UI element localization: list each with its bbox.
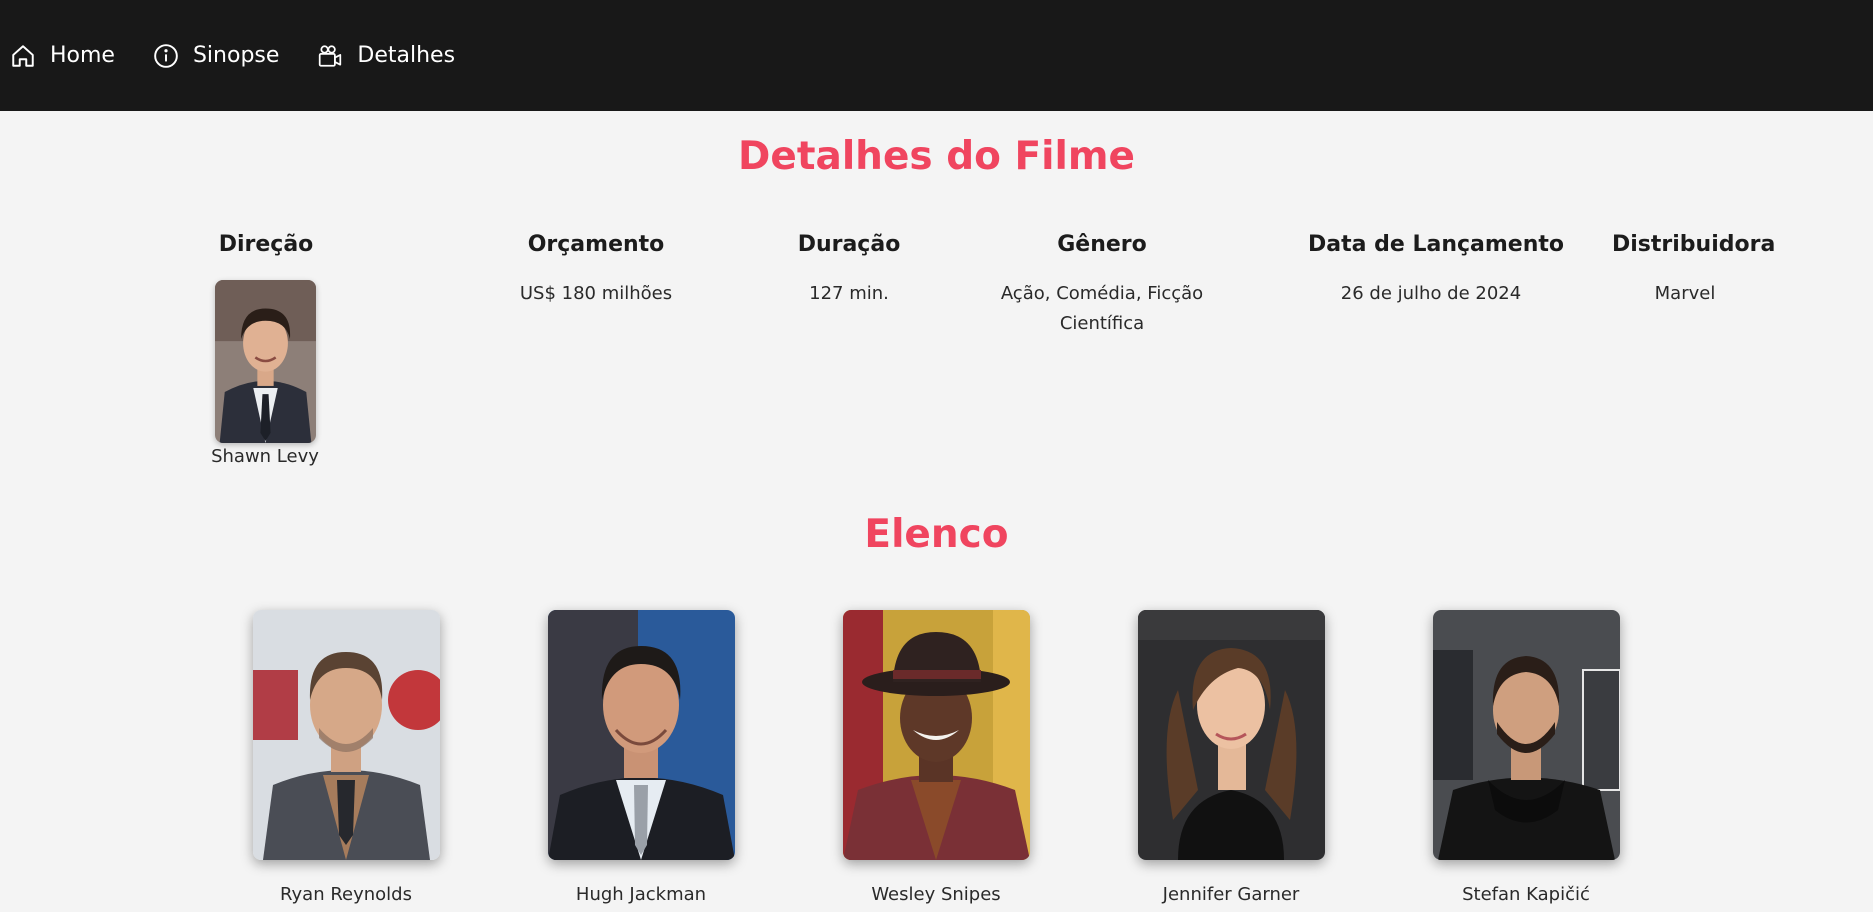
cast-name-stefan-kapicic: Stefan Kapičić xyxy=(1462,884,1590,905)
release-heading: Data de Lançamento xyxy=(1308,232,1565,257)
direction-heading: Direção xyxy=(218,232,314,257)
genre-heading: Gênero xyxy=(1057,232,1147,257)
nav-sinopse-label: Sinopse xyxy=(192,43,280,68)
video-camera-icon xyxy=(319,44,342,67)
cast-photo-stefan-kapicic[interactable] xyxy=(1433,610,1620,860)
home-icon xyxy=(12,44,34,67)
cast-photo-hugh-jackman[interactable] xyxy=(548,610,735,860)
budget-column: Orçamento US$ 180 milhões xyxy=(506,232,686,309)
nav-detalhes[interactable]: Detalhes xyxy=(317,43,455,69)
duration-column: Duração 127 min. xyxy=(789,232,909,309)
top-navbar: Home Sinopse Detalhes xyxy=(0,0,1873,111)
details-title: Detalhes do Filme xyxy=(738,134,1135,179)
genre-column: Gênero Ação, Comédia, Ficção Científica xyxy=(986,232,1218,339)
cast-photo-jennifer-garner[interactable] xyxy=(1138,610,1325,860)
cast-title: Elenco xyxy=(864,512,1009,557)
cast-name-wesley-snipes: Wesley Snipes xyxy=(871,884,1001,905)
distributor-heading: Distribuidora xyxy=(1612,232,1776,257)
info-icon xyxy=(154,43,178,68)
duration-heading: Duração xyxy=(797,232,901,257)
distributor-column: Distribuidora Marvel xyxy=(1612,232,1776,309)
budget-heading: Orçamento xyxy=(527,232,665,257)
director-name: Shawn Levy xyxy=(211,446,319,467)
director-photo xyxy=(215,280,316,443)
nav-sinopse[interactable]: Sinopse xyxy=(153,43,279,69)
genre-value: Ação, Comédia, Ficção Científica xyxy=(1000,283,1204,334)
distributor-value: Marvel xyxy=(1654,283,1716,304)
release-column: Data de Lançamento 26 de julho de 2024 xyxy=(1308,232,1565,309)
cast-photo-wesley-snipes[interactable] xyxy=(843,610,1030,860)
cast-photo-ryan-reynolds[interactable] xyxy=(253,610,440,860)
release-value: 26 de julho de 2024 xyxy=(1340,283,1522,304)
nav-home[interactable]: Home xyxy=(10,43,115,69)
nav-detalhes-label: Detalhes xyxy=(357,43,456,68)
cast-name-hugh-jackman: Hugh Jackman xyxy=(575,884,707,905)
cast-name-ryan-reynolds: Ryan Reynolds xyxy=(280,884,412,905)
direction-column: Direção xyxy=(190,232,342,257)
budget-value: US$ 180 milhões xyxy=(519,283,673,304)
cast-name-jennifer-garner: Jennifer Garner xyxy=(1162,884,1300,905)
duration-value: 127 min. xyxy=(809,283,889,304)
nav-home-label: Home xyxy=(50,43,115,68)
